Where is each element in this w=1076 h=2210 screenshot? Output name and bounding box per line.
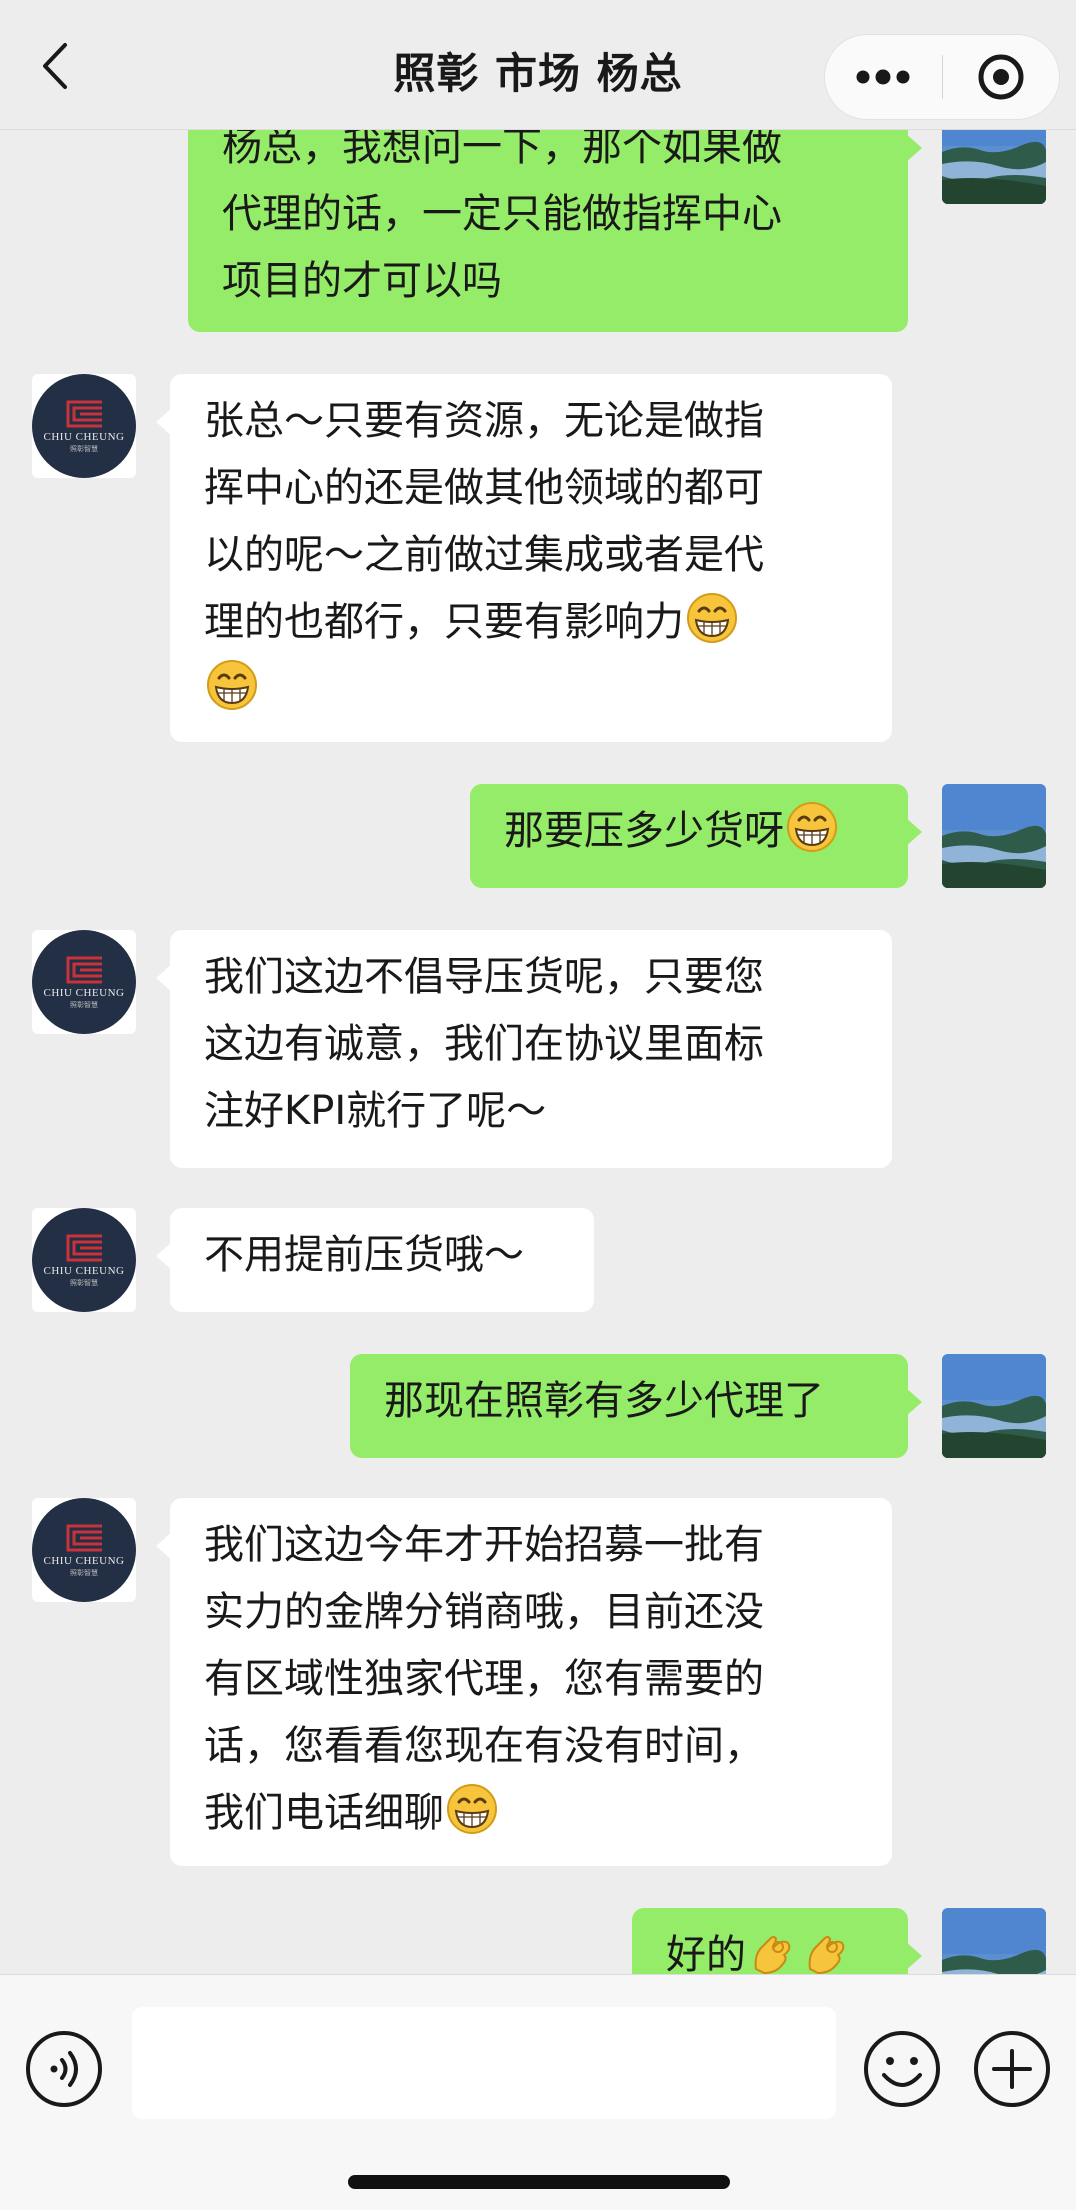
- message-line: 项目的才可以吗: [222, 258, 502, 304]
- message-line: 我们这边不倡导压货呢，只要您: [204, 954, 764, 1000]
- message-line: 代理的话，一定只能做指挥中心: [222, 191, 782, 237]
- contact-avatar[interactable]: CHIU CHEUNG 照彰智慧: [32, 374, 136, 478]
- contact-avatar[interactable]: CHIU CHEUNG 照彰智慧: [32, 930, 136, 1034]
- message-sent: 那要压多少货呀: [0, 784, 1076, 890]
- chiu-cheung-logo: CHIU CHEUNG 照彰智慧: [32, 1208, 136, 1312]
- chiu-cheung-logo: CHIU CHEUNG 照彰智慧: [32, 1498, 136, 1602]
- input-bar: [0, 1974, 1076, 2210]
- message-bubble[interactable]: 那现在照彰有多少代理了: [350, 1354, 922, 1458]
- message-line: 杨总，我想问一下，那个如果做: [222, 130, 782, 170]
- emoji-button[interactable]: [862, 2029, 942, 2109]
- message-bubble[interactable]: 我们这边不倡导压货呢，只要您 这边有诚意，我们在协议里面标 注好KPI就行了呢～: [156, 930, 892, 1168]
- landscape-avatar-image: [942, 1354, 1046, 1458]
- landscape-avatar-image: [942, 1908, 1046, 1974]
- my-avatar[interactable]: [942, 1354, 1046, 1458]
- my-avatar[interactable]: [942, 130, 1046, 204]
- mini-program-capsule: [824, 34, 1060, 120]
- logo-subtext: 照彰智慧: [70, 1001, 98, 1009]
- message-line: 这边有诚意，我们在协议里面标: [204, 1021, 764, 1067]
- message-line: 以的呢～之前做过集成或者是代: [204, 532, 764, 578]
- message-bubble[interactable]: 我们这边今年才开始招募一批有 实力的金牌分销商哦，目前还没 有区域性独家代理，您…: [156, 1498, 892, 1866]
- plus-icon: [974, 2031, 1050, 2107]
- logo-mark-icon: [66, 1524, 102, 1551]
- contact-avatar[interactable]: CHIU CHEUNG 照彰智慧: [32, 1498, 136, 1602]
- message-line: 话，您看看您现在有没有时间，: [204, 1723, 764, 1769]
- logo-mark-icon: [66, 1234, 102, 1261]
- message-bubble[interactable]: 好的: [632, 1908, 922, 1974]
- logo-text: CHIU CHEUNG: [43, 986, 125, 999]
- message-text: 好的: [666, 1932, 746, 1974]
- grin-emoji-icon: [447, 1784, 497, 1834]
- logo-subtext: 照彰智慧: [70, 1279, 98, 1287]
- message-bubble[interactable]: 杨总，我想问一下，那个如果做 代理的话，一定只能做指挥中心 项目的才可以吗: [188, 130, 922, 332]
- target-icon: [978, 54, 1024, 100]
- smiley-icon: [864, 2031, 940, 2107]
- more-actions-button[interactable]: [972, 2029, 1052, 2109]
- message-line: 我们电话细聊: [204, 1790, 444, 1836]
- message-sent: 好的: [0, 1908, 1076, 1974]
- message-received: CHIU CHEUNG 照彰智慧 张总～只要有资源，无论是做指 挥中心的还是做其…: [0, 374, 1076, 744]
- message-line: 实力的金牌分销商哦，目前还没: [204, 1589, 764, 1635]
- chiu-cheung-logo: CHIU CHEUNG 照彰智慧: [32, 930, 136, 1034]
- message-received: CHIU CHEUNG 照彰智慧 不用提前压货哦～: [0, 1208, 1076, 1314]
- voice-icon: [26, 2031, 102, 2107]
- home-indicator[interactable]: [348, 2175, 730, 2189]
- logo-mark-icon: [66, 400, 102, 427]
- voice-input-button[interactable]: [24, 2029, 104, 2109]
- message-text: 那要压多少货呀: [504, 808, 784, 854]
- message-sent: 那现在照彰有多少代理了: [0, 1354, 1076, 1460]
- message-text: 那现在照彰有多少代理了: [384, 1378, 824, 1424]
- chiu-cheung-logo: CHIU CHEUNG 照彰智慧: [32, 374, 136, 478]
- message-received: CHIU CHEUNG 照彰智慧 我们这边今年才开始招募一批有 实力的金牌分销商…: [0, 1498, 1076, 1868]
- contact-avatar[interactable]: CHIU CHEUNG 照彰智慧: [32, 1208, 136, 1312]
- message-line: 挥中心的还是做其他领域的都可: [204, 465, 764, 511]
- message-line: 理的也都行，只要有影响力: [204, 599, 684, 645]
- ok-hand-emoji-icon: [808, 1936, 845, 1974]
- logo-subtext: 照彰智慧: [70, 445, 98, 453]
- message-received: CHIU CHEUNG 照彰智慧 我们这边不倡导压货呢，只要您 这边有诚意，我们…: [0, 930, 1076, 1170]
- message-bubble[interactable]: 那要压多少货呀: [470, 784, 922, 888]
- chat-header: 照彰 市场 杨总: [0, 0, 1076, 130]
- message-line: 注好KPI就行了呢～: [204, 1088, 547, 1134]
- grin-emoji-icon: [787, 802, 837, 852]
- message-line: 我们这边今年才开始招募一批有: [204, 1522, 764, 1568]
- more-button[interactable]: [825, 34, 942, 120]
- logo-text: CHIU CHEUNG: [43, 1264, 125, 1277]
- grin-emoji-icon: [687, 593, 737, 643]
- logo-mark-icon: [66, 956, 102, 983]
- more-dots-icon: [856, 69, 910, 85]
- close-miniprogram-button[interactable]: [943, 34, 1060, 120]
- my-avatar[interactable]: [942, 1908, 1046, 1974]
- message-bubble[interactable]: 不用提前压货哦～: [156, 1208, 594, 1312]
- my-avatar[interactable]: [942, 784, 1046, 888]
- grin-emoji-icon: [207, 660, 257, 710]
- logo-subtext: 照彰智慧: [70, 1569, 98, 1577]
- message-line: 有区域性独家代理，您有需要的: [204, 1656, 764, 1702]
- ok-hand-emoji-icon: [754, 1936, 791, 1974]
- message-input[interactable]: [132, 2007, 836, 2119]
- message-text: 不用提前压货哦～: [204, 1232, 524, 1278]
- message-bubble[interactable]: 张总～只要有资源，无论是做指 挥中心的还是做其他领域的都可 以的呢～之前做过集成…: [156, 374, 892, 742]
- landscape-avatar-image: [942, 784, 1046, 888]
- logo-text: CHIU CHEUNG: [43, 430, 125, 443]
- logo-text: CHIU CHEUNG: [43, 1554, 125, 1567]
- message-sent: 杨总，我想问一下，那个如果做 代理的话，一定只能做指挥中心 项目的才可以吗: [0, 130, 1076, 332]
- message-line: 张总～只要有资源，无论是做指: [204, 398, 764, 444]
- landscape-avatar-image: [942, 130, 1046, 204]
- message-list[interactable]: 杨总，我想问一下，那个如果做 代理的话，一定只能做指挥中心 项目的才可以吗 CH…: [0, 130, 1076, 1974]
